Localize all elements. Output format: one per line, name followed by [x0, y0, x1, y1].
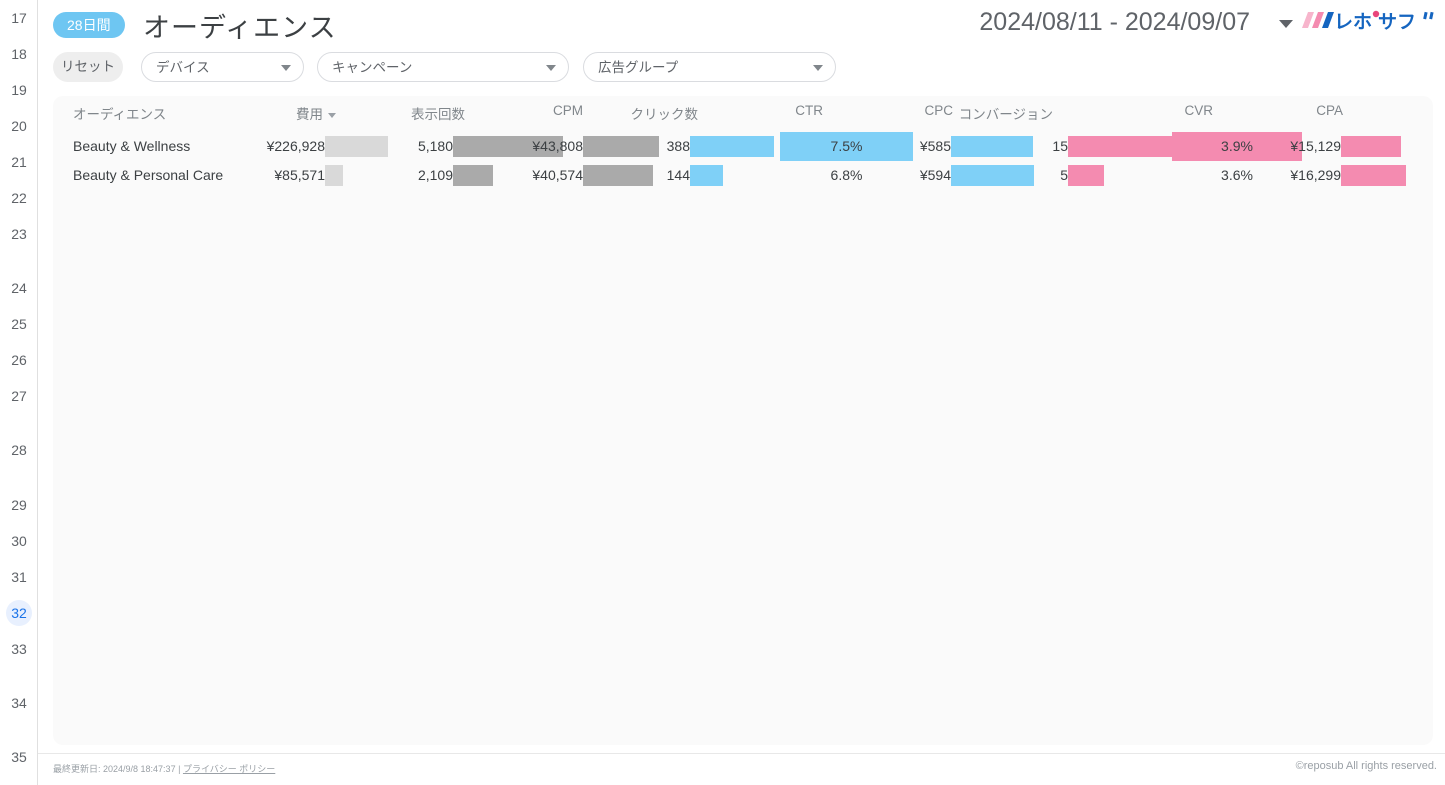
footer-meta: 最終更新日: 2024/9/8 18:47:37 | プライバシー ポリシー	[53, 762, 275, 775]
column-header-label: CPA	[1316, 103, 1343, 118]
dashboard-page: 17 18 19 20 21 22 23 24 25 26 27 28 29 30 31 32 33 34 35 2…	[0, 0, 1445, 785]
cell-value: Beauty & Wellness	[73, 138, 191, 154]
page-footer: 最終更新日: 2024/9/8 18:47:37 | プライバシー ポリシー ©…	[38, 753, 1445, 785]
cell-value: ¥40,574	[532, 167, 583, 183]
cell-value: 6.8%	[830, 167, 863, 183]
row-number-label: 33	[11, 641, 27, 657]
cell-value: 388	[666, 138, 690, 154]
cell-value: 15	[1052, 138, 1068, 154]
footer-separator: |	[178, 764, 181, 774]
row-number-label: 30	[11, 533, 27, 549]
chevron-down-icon[interactable]	[1279, 20, 1293, 28]
row-number-label: 18	[11, 46, 27, 62]
cell-value: ¥594	[919, 167, 951, 183]
row-number-19[interactable]: 19	[0, 77, 38, 103]
row-number-label: 25	[11, 316, 27, 332]
row-number-gutter: 17 18 19 20 21 22 23 24 25 26 27 28 29 30 31 32 33 34 35	[0, 0, 38, 785]
cell-cpa: ¥16,299	[53, 161, 1407, 190]
period-badge: 28日間	[53, 12, 125, 38]
cell-value: Beauty & Personal Care	[73, 167, 224, 183]
reset-button[interactable]: リセット	[53, 52, 123, 82]
row-number-label: 17	[11, 10, 27, 26]
date-range-label[interactable]: 2024/08/11 - 2024/09/07	[979, 8, 1250, 37]
row-number-23[interactable]: 23	[0, 221, 38, 247]
row-number-label: 22	[11, 190, 27, 206]
chevron-down-icon	[813, 65, 823, 71]
row-number-28[interactable]: 28	[0, 437, 38, 463]
row-number-31[interactable]: 31	[0, 564, 38, 590]
adgroup-filter-select[interactable]: 広告グループ	[583, 52, 836, 82]
privacy-policy-link[interactable]: プライバシー ポリシー	[183, 764, 275, 774]
cell-bar	[1341, 136, 1401, 157]
table-header-row: オーディエンス 費用 表示回数 CPM クリック数 CTR CPC コンバージョン CVR CPA	[53, 96, 1433, 128]
row-number-33[interactable]: 33	[0, 636, 38, 662]
cell-value: 144	[666, 167, 690, 183]
row-number-30[interactable]: 30	[0, 528, 38, 554]
chevron-down-icon	[546, 65, 556, 71]
row-number-label: 19	[11, 82, 27, 98]
row-number-29[interactable]: 29	[0, 492, 38, 518]
copyright-label: ©reposub All rights reserved.	[1295, 760, 1437, 772]
table-row[interactable]: Beauty & Personal Care ¥85,571 2,109 ¥40,57…	[53, 161, 1433, 190]
device-filter-label: デバイス	[156, 60, 210, 75]
page-header: 28日間 オーディエンス 2024/08/11 - 2024/09/07 レホ …	[38, 0, 1445, 50]
cell-cpa: ¥15,129	[53, 132, 1401, 161]
row-number-25[interactable]: 25	[0, 311, 38, 337]
row-number-label: 27	[11, 388, 27, 404]
reposub-logo: レホ サフ	[1300, 8, 1440, 34]
row-number-35[interactable]: 35	[0, 744, 38, 770]
campaign-filter-select[interactable]: キャンペーン	[317, 52, 569, 82]
row-number-label: 32	[6, 600, 32, 626]
page-title: オーディエンス	[143, 13, 337, 43]
cell-value: ¥226,928	[266, 138, 325, 154]
cell-bar	[1341, 165, 1407, 186]
cell-value: 2,109	[417, 167, 453, 183]
cell-value: 3.9%	[1221, 138, 1253, 154]
cell-value: 5	[1060, 167, 1068, 183]
cell-value: ¥15,129	[1290, 138, 1341, 154]
row-number-18[interactable]: 18	[0, 41, 38, 67]
row-number-label: 31	[11, 569, 27, 585]
chevron-down-icon	[281, 65, 291, 71]
row-number-32[interactable]: 32	[0, 600, 38, 626]
cell-value: 7.5%	[830, 138, 863, 154]
row-number-24[interactable]: 24	[0, 275, 38, 301]
cell-value: 3.6%	[1221, 167, 1253, 183]
campaign-filter-label: キャンペーン	[332, 60, 413, 75]
row-number-label: 21	[11, 154, 27, 170]
row-number-label: 23	[11, 226, 27, 242]
row-number-20[interactable]: 20	[0, 113, 38, 139]
cell-value: 5,180	[417, 138, 453, 154]
svg-text:レホ: レホ	[1334, 12, 1372, 33]
cell-value: ¥85,571	[274, 167, 325, 183]
row-number-label: 26	[11, 352, 27, 368]
device-filter-select[interactable]: デバイス	[141, 52, 304, 82]
row-number-label: 29	[11, 497, 27, 513]
row-number-label: 28	[11, 442, 27, 458]
row-number-22[interactable]: 22	[0, 185, 38, 211]
row-number-27[interactable]: 27	[0, 383, 38, 409]
row-number-34[interactable]: 34	[0, 690, 38, 716]
svg-text:サフ: サフ	[1378, 12, 1416, 33]
row-number-26[interactable]: 26	[0, 347, 38, 373]
row-number-label: 35	[11, 749, 27, 765]
row-number-label: 34	[11, 695, 27, 711]
row-number-21[interactable]: 21	[0, 149, 38, 175]
column-header-cpa[interactable]: CPA	[53, 103, 1343, 118]
cell-value: ¥585	[919, 138, 951, 154]
audience-table-card: オーディエンス 費用 表示回数 CPM クリック数 CTR CPC コンバージョン CVR CPA…	[53, 96, 1433, 745]
last-updated-label: 最終更新日: 2024/9/8 18:47:37	[53, 764, 176, 774]
row-number-17[interactable]: 17	[0, 5, 38, 31]
table-row[interactable]: Beauty & Wellness ¥226,928 5,180 ¥43,808 388…	[53, 132, 1433, 161]
cell-value: ¥16,299	[1290, 167, 1341, 183]
adgroup-filter-label: 広告グループ	[598, 60, 679, 75]
row-number-label: 24	[11, 280, 27, 296]
row-number-label: 20	[11, 118, 27, 134]
cell-value: ¥43,808	[532, 138, 583, 154]
